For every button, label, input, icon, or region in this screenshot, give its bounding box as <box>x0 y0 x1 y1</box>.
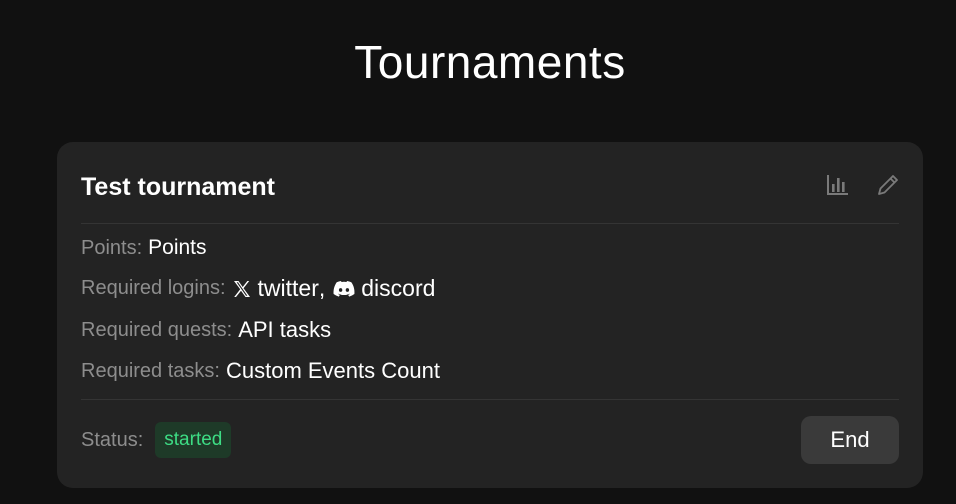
divider <box>81 399 899 400</box>
required-tasks-row: Required tasks: Custom Events Count <box>81 358 440 384</box>
points-label: Points: <box>81 236 143 259</box>
required-tasks-label: Required tasks: <box>81 359 220 382</box>
status-badge: started <box>155 422 232 458</box>
required-quests-label: Required quests: <box>81 318 233 341</box>
required-tasks-value: Custom Events Count <box>225 358 440 383</box>
x-twitter-icon <box>233 280 250 297</box>
card-actions <box>825 172 901 198</box>
edit-button[interactable] <box>875 172 901 198</box>
login-item-twitter: twitter <box>232 275 319 302</box>
end-button[interactable]: End <box>801 416 899 464</box>
login-name-twitter: twitter <box>257 275 319 301</box>
tournament-name: Test tournament <box>81 173 275 201</box>
bar-chart-icon <box>827 175 848 195</box>
required-quests-row: Required quests: API tasks <box>81 317 331 343</box>
status-row: Status: started <box>81 422 232 458</box>
required-logins-row: Required logins: twitter , discord <box>81 275 435 302</box>
points-row: Points: Points <box>81 236 207 260</box>
divider <box>81 223 899 224</box>
login-name-discord: discord <box>361 275 436 301</box>
required-logins-label: Required logins: <box>81 277 226 299</box>
login-item-discord: discord <box>333 275 435 302</box>
points-value: Points <box>148 236 207 259</box>
tournament-card: Test tournament Points: Points Required … <box>57 142 923 488</box>
pencil-icon <box>878 175 898 195</box>
login-separator: , <box>318 275 326 301</box>
status-label: Status: <box>81 428 144 451</box>
required-quests-value: API tasks <box>238 317 332 342</box>
stats-button[interactable] <box>825 172 851 198</box>
discord-icon <box>333 280 355 297</box>
page-title: Tournaments <box>354 36 626 88</box>
